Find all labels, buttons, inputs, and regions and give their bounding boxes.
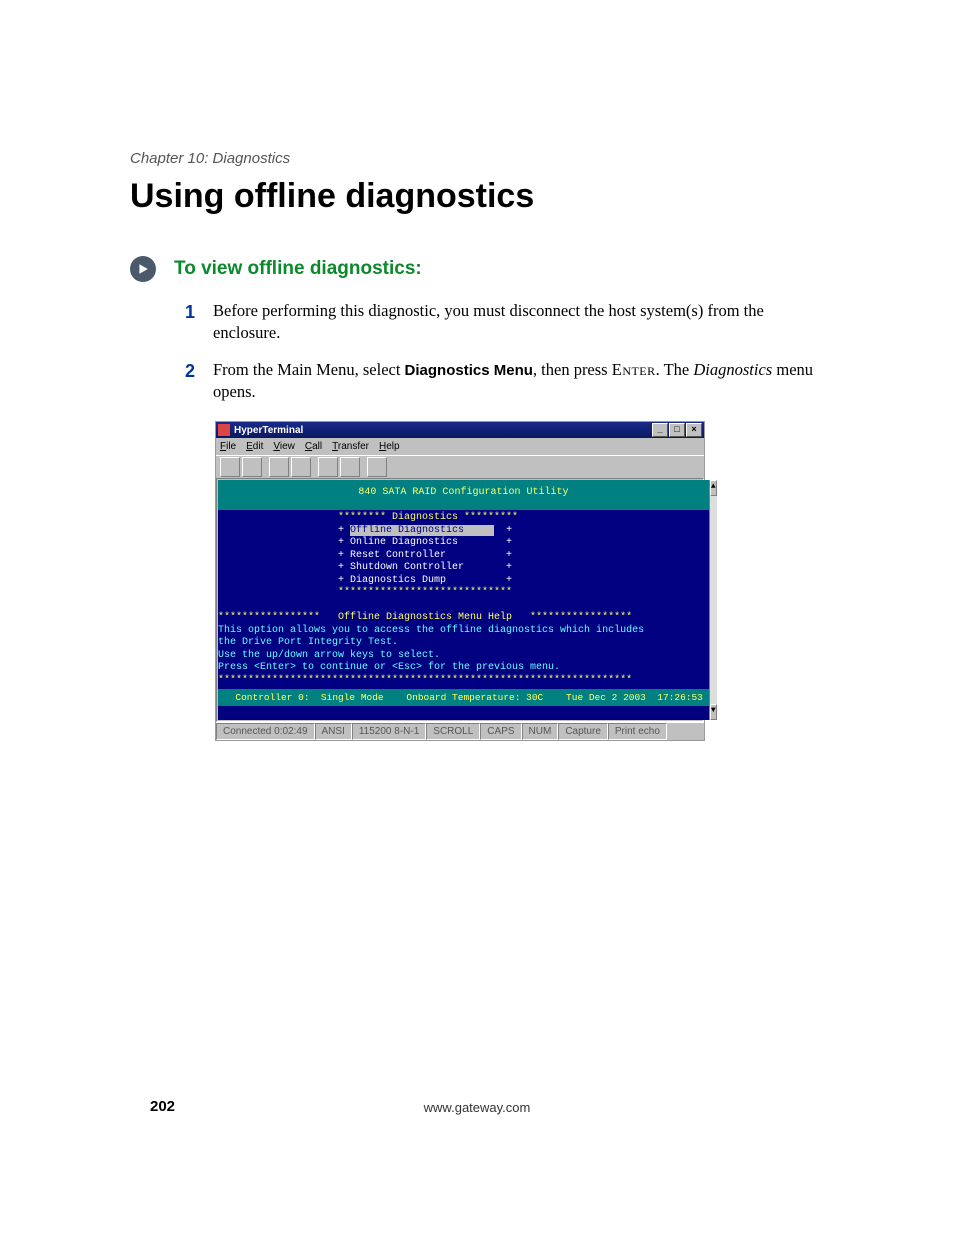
status-echo: Print echo xyxy=(608,723,667,740)
menu-item-online-diagnostics[interactable]: + Online Diagnostics + xyxy=(218,537,512,548)
maximize-button[interactable]: □ xyxy=(669,423,685,437)
menubar[interactable]: File Edit View Call Transfer Help xyxy=(216,438,704,455)
step-2: 2 From the Main Menu, select Diagnostics… xyxy=(185,359,824,404)
toolbar-receive-icon[interactable] xyxy=(340,457,360,477)
menu-transfer[interactable]: Transfer xyxy=(332,441,369,452)
help-line: Press <Enter> to continue or <Esc> for t… xyxy=(218,662,560,673)
terminal-area[interactable]: 840 SATA RAID Configuration Utility ****… xyxy=(218,480,709,720)
menu-edit[interactable]: Edit xyxy=(246,441,263,452)
toolbar-new-icon[interactable] xyxy=(220,457,240,477)
app-icon xyxy=(218,424,230,436)
scroll-down-icon[interactable]: ▼ xyxy=(710,704,717,720)
help-line: This option allows you to access the off… xyxy=(218,625,644,636)
menu-help[interactable]: Help xyxy=(379,441,400,452)
step-text: From the Main Menu, select Diagnostics M… xyxy=(213,360,813,401)
menu-item-diagnostics-dump[interactable]: + Diagnostics Dump + xyxy=(218,575,512,586)
window-titlebar[interactable]: HyperTerminal _ □ × xyxy=(216,422,704,438)
procedure-play-icon xyxy=(130,256,156,282)
controller-status-line: Controller 0: Single Mode Onboard Temper… xyxy=(218,689,709,706)
status-num: NUM xyxy=(522,723,559,740)
help-line: Use the up/down arrow keys to select. xyxy=(218,650,440,661)
step-number: 2 xyxy=(185,359,195,383)
close-button[interactable]: × xyxy=(686,423,702,437)
terminal-body: ******** Diagnostics ********* + Offline… xyxy=(218,510,709,689)
menu-item-offline-diagnostics[interactable]: Offline Diagnostics xyxy=(350,525,494,536)
hyperterminal-statusbar: Connected 0:02:49 ANSI 115200 8-N-1 SCRO… xyxy=(216,722,704,740)
toolbar-call-icon[interactable] xyxy=(269,457,289,477)
toolbar-open-icon[interactable] xyxy=(242,457,262,477)
help-footer: ****************************************… xyxy=(218,675,632,686)
vertical-scrollbar[interactable]: ▲ ▼ xyxy=(709,480,717,720)
scroll-up-icon[interactable]: ▲ xyxy=(710,480,717,496)
menu-item-shutdown-controller[interactable]: + Shutdown Controller + xyxy=(218,562,512,573)
menu-call[interactable]: Call xyxy=(305,441,322,452)
hyperterminal-window: HyperTerminal _ □ × File Edit View Call … xyxy=(215,421,705,741)
menu-view[interactable]: View xyxy=(273,441,295,452)
page-title: Using offline diagnostics xyxy=(130,177,824,216)
step-text: Before performing this diagnostic, you m… xyxy=(213,301,764,342)
status-caps: CAPS xyxy=(480,723,521,740)
terminal-utility-title: 840 SATA RAID Configuration Utility xyxy=(218,480,709,510)
toolbar-send-icon[interactable] xyxy=(318,457,338,477)
toolbar-hangup-icon[interactable] xyxy=(291,457,311,477)
toolbar-properties-icon[interactable] xyxy=(367,457,387,477)
window-title: HyperTerminal xyxy=(234,425,303,436)
footer-url: www.gateway.com xyxy=(0,1100,954,1115)
status-connected: Connected 0:02:49 xyxy=(216,723,315,740)
menu-item-reset-controller[interactable]: + Reset Controller + xyxy=(218,550,512,561)
chapter-label: Chapter 10: Diagnostics xyxy=(130,150,824,167)
status-emulation: ANSI xyxy=(315,723,352,740)
step-1: 1 Before performing this diagnostic, you… xyxy=(185,300,824,345)
minimize-button[interactable]: _ xyxy=(652,423,668,437)
procedure-title: To view offline diagnostics: xyxy=(174,258,422,280)
toolbar xyxy=(216,455,704,478)
status-capture: Capture xyxy=(558,723,608,740)
step-number: 1 xyxy=(185,300,195,324)
help-line: the Drive Port Integrity Test. xyxy=(218,637,398,648)
menu-file[interactable]: File xyxy=(220,441,236,452)
status-scroll: SCROLL xyxy=(426,723,480,740)
help-header: ***************** Offline Diagnostics Me… xyxy=(218,612,632,623)
status-config: 115200 8-N-1 xyxy=(352,723,426,740)
